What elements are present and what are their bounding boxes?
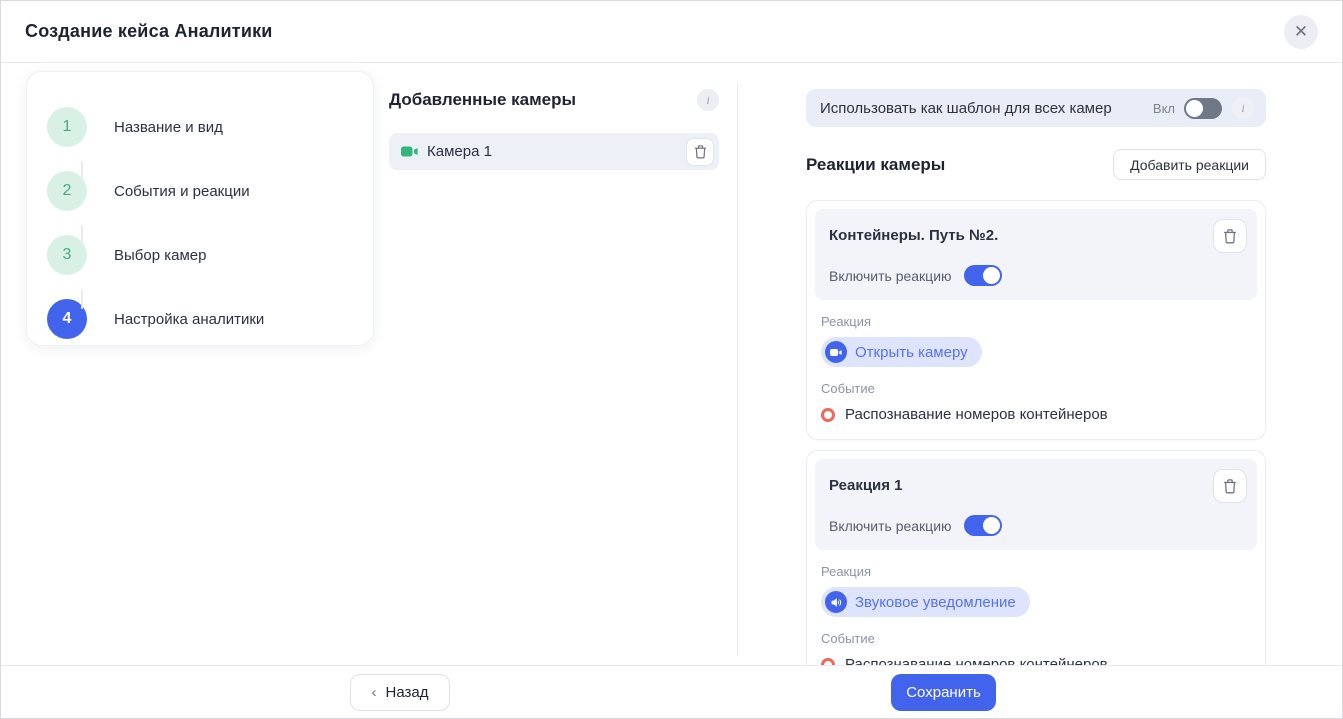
back-button[interactable]: ‹ Назад bbox=[350, 674, 450, 711]
add-reactions-button[interactable]: Добавить реакции bbox=[1113, 149, 1266, 180]
modal-header: Создание кейса Аналитики ✕ bbox=[1, 1, 1342, 63]
back-button-label: Назад bbox=[385, 684, 429, 701]
event-name: Распознавание номеров контейнеров bbox=[845, 406, 1108, 423]
enable-reaction-switch[interactable] bbox=[963, 515, 1002, 536]
camera-list-item[interactable]: Камера 1 bbox=[389, 133, 719, 170]
sound-icon bbox=[825, 591, 847, 613]
reaction-field-label: Реакция bbox=[821, 314, 871, 329]
modal-content: 1 Название и вид 2 События и реакции 3 В… bbox=[1, 64, 1342, 690]
step-label: Выбор камер bbox=[114, 246, 207, 264]
reaction-chip[interactable]: Открыть камеру bbox=[821, 337, 982, 367]
reaction-card-title: Реакция 1 bbox=[829, 477, 903, 494]
camera-icon bbox=[401, 145, 418, 158]
step-item-analytics-settings[interactable]: 4 Настройка аналитики bbox=[47, 287, 353, 351]
enable-reaction-label: Включить реакцию bbox=[829, 267, 952, 284]
enable-reaction-switch[interactable] bbox=[963, 265, 1002, 286]
reaction-card: Реакция 1 Включить реакцию Реакция Звуко… bbox=[806, 450, 1266, 690]
reaction-chip-label: Открыть камеру bbox=[855, 343, 968, 361]
template-toggle-label: Использовать как шаблон для всех камер bbox=[820, 99, 1112, 117]
chevron-left-icon: ‹ bbox=[371, 684, 377, 701]
event-field-label: Событие bbox=[821, 631, 875, 646]
delete-camera-button[interactable] bbox=[686, 137, 714, 166]
save-button[interactable]: Сохранить bbox=[891, 674, 996, 711]
reaction-card: Контейнеры. Путь №2. Включить реакцию Ре… bbox=[806, 200, 1266, 440]
delete-reaction-button[interactable] bbox=[1213, 219, 1247, 253]
trash-icon bbox=[1224, 478, 1236, 493]
reaction-chip-label: Звуковое уведомление bbox=[855, 593, 1016, 611]
create-analytics-case-modal: Создание кейса Аналитики ✕ 1 Название и … bbox=[0, 0, 1343, 719]
added-cameras-title: Добавленные камеры bbox=[389, 90, 577, 109]
step-connector bbox=[81, 161, 83, 181]
close-button[interactable]: ✕ bbox=[1284, 15, 1318, 49]
page-title: Создание кейса Аналитики bbox=[25, 21, 273, 41]
wizard-stepper: 1 Название и вид 2 События и реакции 3 В… bbox=[26, 71, 374, 346]
step-connector bbox=[81, 225, 83, 245]
step-item-name-and-type[interactable]: 1 Название и вид bbox=[47, 95, 353, 159]
camera-reactions-panel: Использовать как шаблон для всех камер В… bbox=[806, 89, 1266, 690]
step-label: Название и вид bbox=[114, 118, 223, 136]
added-cameras-panel: Добавленные камеры i Камера 1 bbox=[389, 89, 719, 170]
reactions-title: Реакции камеры bbox=[806, 154, 946, 174]
template-toggle-switch[interactable] bbox=[1184, 97, 1222, 119]
trash-icon bbox=[694, 144, 706, 159]
reaction-card-header: Контейнеры. Путь №2. Включить реакцию bbox=[815, 209, 1257, 300]
trash-icon bbox=[1224, 228, 1236, 243]
reaction-card-title: Контейнеры. Путь №2. bbox=[829, 227, 999, 244]
camera-name: Камера 1 bbox=[427, 143, 492, 160]
reaction-card-header: Реакция 1 Включить реакцию bbox=[815, 459, 1257, 550]
step-connector bbox=[81, 289, 83, 309]
toggle-state-label: Вкл bbox=[1152, 100, 1175, 116]
close-icon: ✕ bbox=[1293, 22, 1309, 41]
reaction-field-label: Реакция bbox=[821, 564, 871, 579]
event-item: Распознавание номеров контейнеров bbox=[821, 406, 1251, 423]
event-status-icon bbox=[821, 407, 835, 422]
delete-reaction-button[interactable] bbox=[1213, 469, 1247, 503]
info-icon[interactable]: i bbox=[697, 89, 719, 111]
panel-divider bbox=[737, 84, 738, 656]
modal-footer: ‹ Назад Сохранить bbox=[1, 665, 1342, 718]
step-number-badge: 1 bbox=[47, 107, 87, 147]
camera-icon bbox=[825, 341, 847, 363]
step-item-camera-selection[interactable]: 3 Выбор камер bbox=[47, 223, 353, 287]
event-field-label: Событие bbox=[821, 381, 875, 396]
reaction-chip[interactable]: Звуковое уведомление bbox=[821, 587, 1030, 617]
template-toggle-bar: Использовать как шаблон для всех камер В… bbox=[806, 89, 1266, 127]
info-icon[interactable]: i bbox=[1232, 97, 1254, 119]
step-label: События и реакции bbox=[114, 182, 250, 200]
step-item-events-and-reactions[interactable]: 2 События и реакции bbox=[47, 159, 353, 223]
enable-reaction-label: Включить реакцию bbox=[829, 517, 952, 534]
step-label: Настройка аналитики bbox=[114, 310, 265, 328]
